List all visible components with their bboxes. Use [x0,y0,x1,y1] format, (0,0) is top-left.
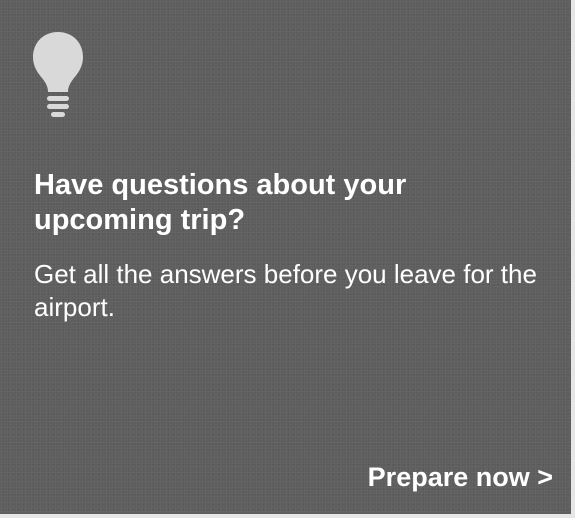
card-heading: Have questions about your upcoming trip? [34,169,407,236]
lightbulb-icon [28,28,88,120]
promo-card: Have questions about your upcoming trip?… [0,0,575,518]
prepare-now-link[interactable]: Prepare now > [368,460,553,494]
card-subtext: Get all the answers before you leave for… [34,259,537,322]
